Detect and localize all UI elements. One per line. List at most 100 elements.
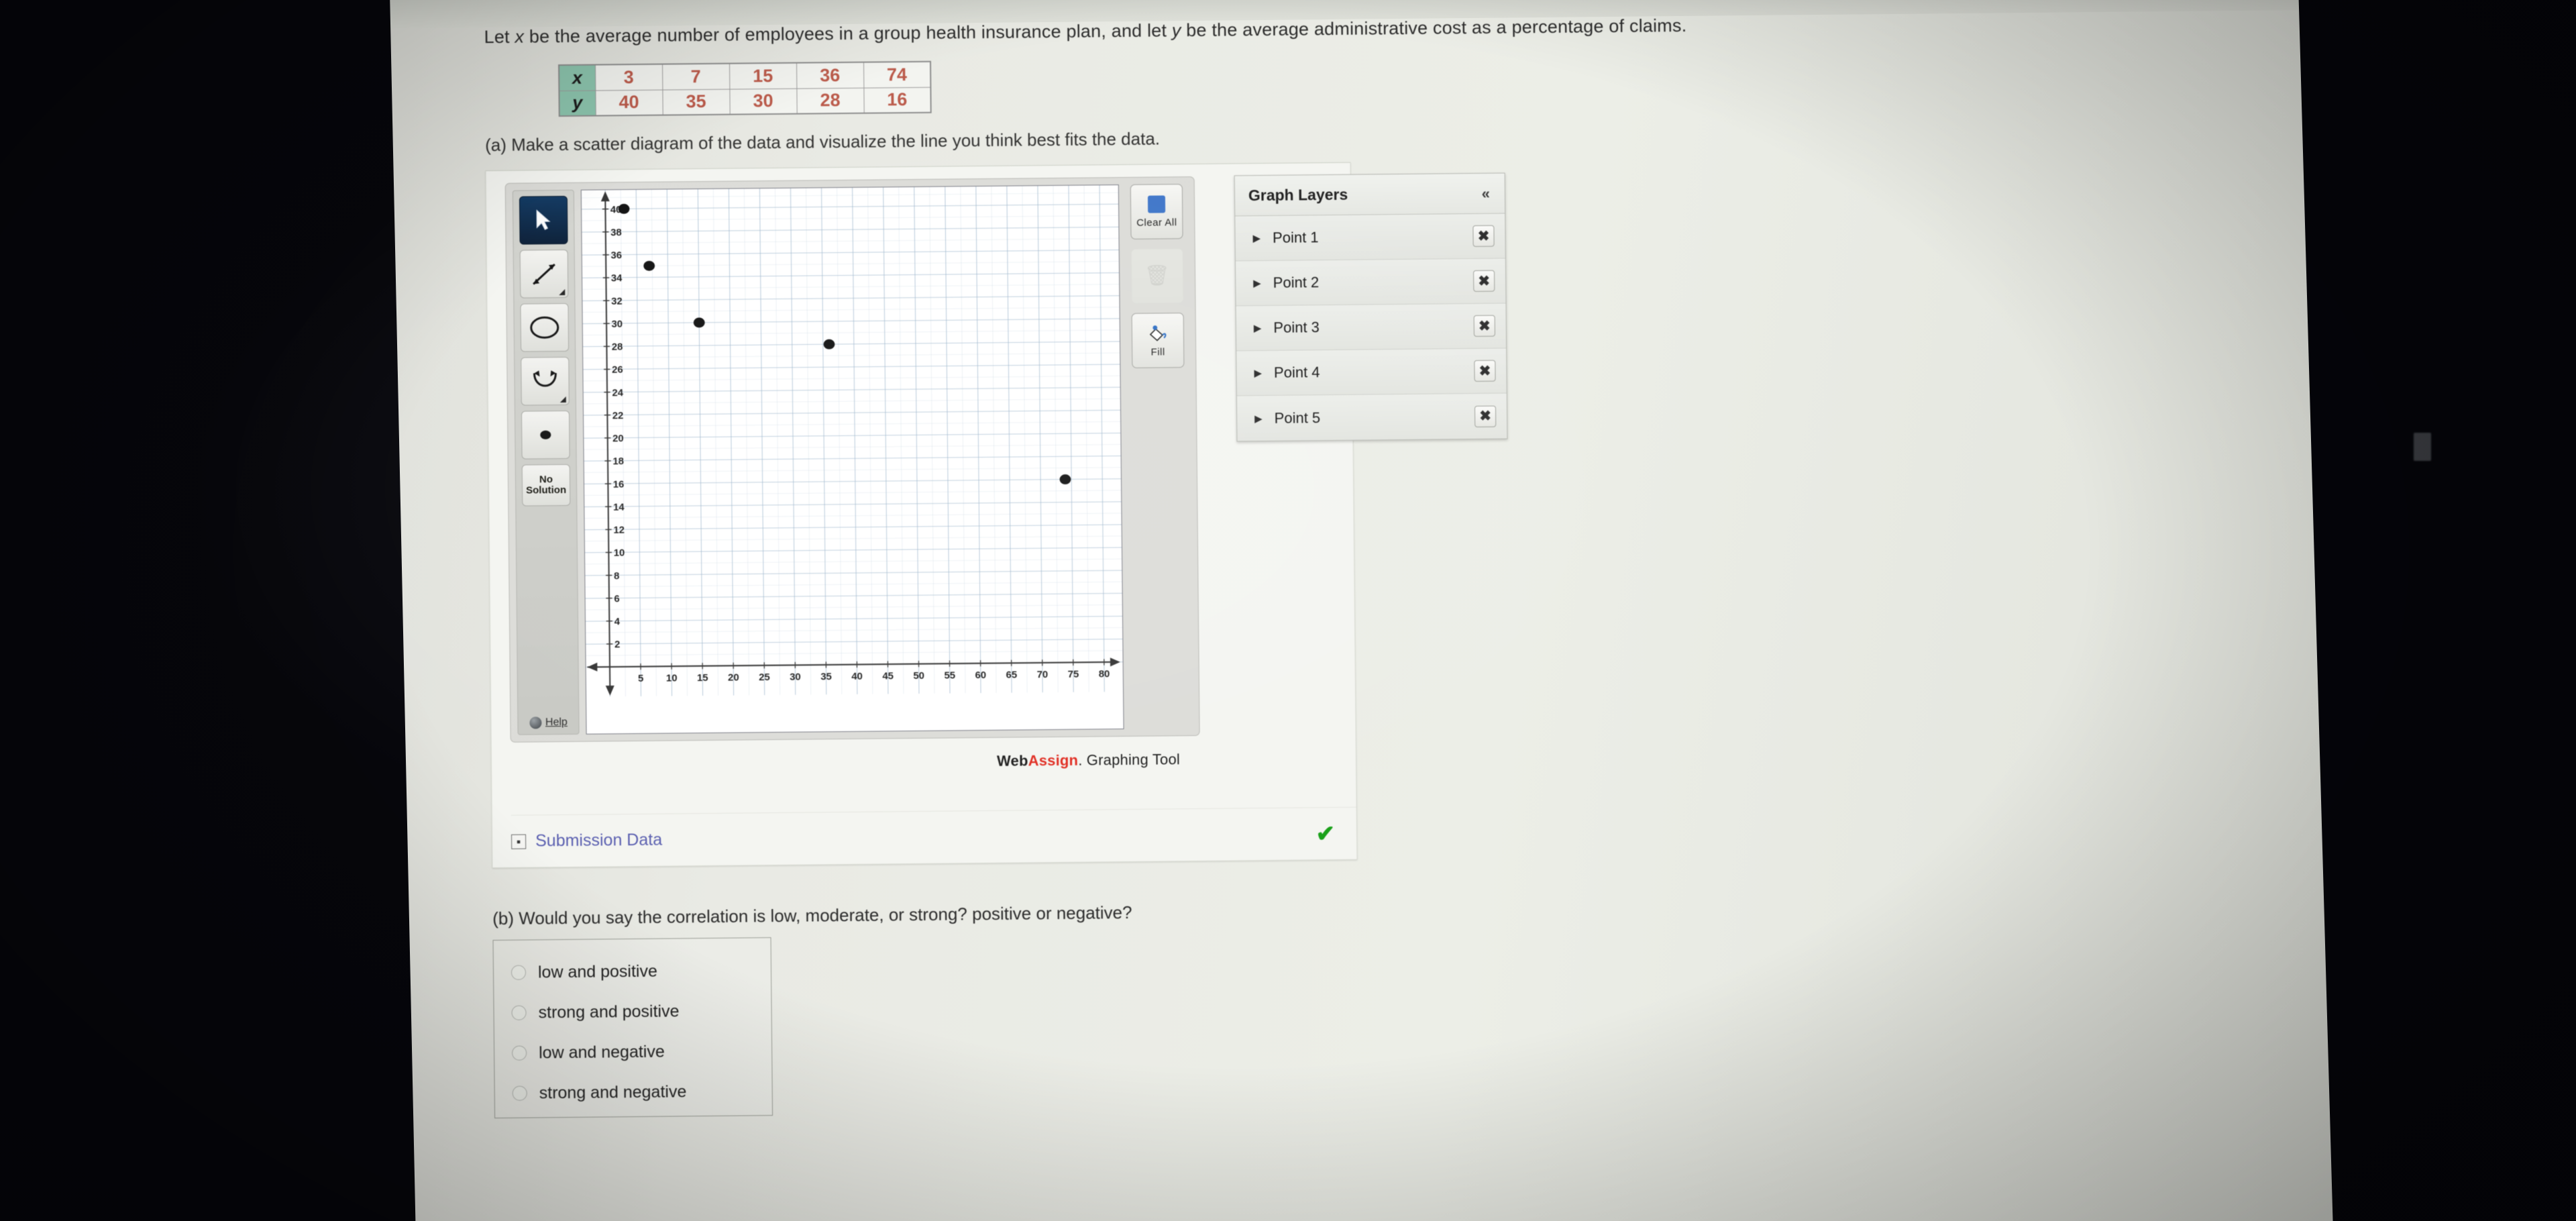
part-b-label: (b) Would you say the correlation is low…: [492, 902, 1132, 929]
help-link[interactable]: Help: [529, 704, 568, 729]
svg-text:45: 45: [882, 671, 894, 682]
brand-assign: Assign: [1028, 751, 1079, 769]
svg-text:8: 8: [614, 571, 619, 582]
remove-layer-icon[interactable]: ✖: [1474, 360, 1496, 382]
layer-item-point-4[interactable]: ▶ Point 4 ✖: [1236, 348, 1507, 396]
layer-label: Point 1: [1272, 229, 1319, 246]
expand-chevron-icon[interactable]: ▶: [1254, 322, 1262, 334]
expand-chevron-icon[interactable]: ▶: [1254, 367, 1262, 379]
page-scrollbar-thumb[interactable]: [2414, 433, 2431, 461]
brand-suffix: . Graphing Tool: [1078, 751, 1181, 769]
clear-all-button[interactable]: Clear All: [1130, 184, 1183, 240]
svg-text:38: 38: [610, 227, 622, 238]
parabola-icon: [533, 370, 557, 387]
svg-text:14: 14: [613, 502, 625, 513]
radio-option-strong-and-negative[interactable]: strong and negative: [494, 1071, 772, 1114]
svg-text:80: 80: [1099, 669, 1110, 680]
cell-x-5: 74: [863, 61, 931, 88]
svg-text:70: 70: [1037, 670, 1049, 680]
svg-text:34: 34: [611, 273, 623, 284]
svg-text:2: 2: [614, 639, 620, 650]
page-body: Let x be the average number of employees…: [370, 0, 2434, 1221]
table-row: y 40 35 30 28 16: [559, 87, 931, 117]
svg-text:10: 10: [614, 548, 625, 559]
graphing-tool-inner: No Solution Help 2 4 6 8 10 12 14 16 18 20 22 24 26 2…: [504, 172, 1508, 743]
line-tool-button[interactable]: [519, 249, 569, 299]
svg-text:12: 12: [613, 525, 625, 536]
svg-text:22: 22: [612, 411, 624, 421]
scatter-plot-canvas[interactable]: 2 4 6 8 10 12 14 16 18 20 22 24 26 28 30 32 34 36 38 40 5 10 1…: [580, 184, 1124, 735]
delete-button[interactable]: 🗑: [1130, 248, 1184, 304]
radio-option-low-and-negative[interactable]: low and negative: [494, 1030, 772, 1073]
brand-web: Web: [996, 752, 1028, 769]
cell-y-5: 16: [863, 87, 931, 113]
svg-text:16: 16: [613, 479, 625, 490]
fill-button[interactable]: Fill: [1131, 313, 1185, 368]
prompt-text-2: be the average number of employees in a …: [524, 20, 1172, 47]
prompt-text-3: be the average administrative cost as a …: [1181, 15, 1687, 41]
plot-svg: 2468101214161820222426283032343638405 10 1…: [581, 185, 1123, 697]
radio-button[interactable]: [512, 1085, 527, 1101]
graph-toolbar: No Solution Help: [512, 189, 580, 735]
blue-square-icon: [1147, 195, 1166, 213]
fill-label: Fill: [1150, 346, 1165, 358]
option-label: strong and positive: [538, 1001, 680, 1022]
layer-item-point-5[interactable]: ▶ Point 5 ✖: [1236, 393, 1507, 441]
svg-text:50: 50: [913, 671, 924, 682]
svg-text:32: 32: [611, 296, 623, 307]
svg-text:10: 10: [666, 673, 678, 684]
table-row: x 3 7 15 36 74: [559, 61, 931, 91]
radio-button[interactable]: [512, 1045, 527, 1061]
circle-tool-button[interactable]: [520, 303, 570, 352]
layer-label: Point 5: [1274, 409, 1321, 427]
clear-all-label: Clear All: [1136, 216, 1177, 229]
tool-options-corner-icon[interactable]: [559, 288, 566, 296]
expand-chevron-icon[interactable]: ▶: [1254, 412, 1263, 424]
remove-layer-icon[interactable]: ✖: [1472, 225, 1495, 247]
question-prompt: Let x be the average number of employees…: [484, 9, 2308, 48]
svg-text:15: 15: [697, 673, 708, 684]
expand-chevron-icon[interactable]: ▶: [1253, 277, 1261, 289]
point-tool-button[interactable]: [521, 410, 570, 460]
radio-option-strong-and-positive[interactable]: strong and positive: [494, 990, 771, 1033]
right-bezel: [2298, 0, 2576, 1221]
row-label-y: y: [559, 90, 596, 117]
remove-layer-icon[interactable]: ✖: [1473, 270, 1495, 292]
collapse-panel-icon[interactable]: «: [1482, 184, 1490, 202]
submission-data-label[interactable]: Submission Data: [535, 831, 662, 851]
svg-text:30: 30: [611, 319, 623, 330]
webassign-brand: WebAssign. Graphing Tool: [997, 751, 1180, 770]
submission-data-row[interactable]: ▪ Submission Data ✔: [511, 806, 1357, 867]
cell-y-3: 30: [729, 88, 797, 115]
svg-text:65: 65: [1006, 670, 1018, 681]
remove-layer-icon[interactable]: ✖: [1473, 315, 1495, 337]
remove-layer-icon[interactable]: ✖: [1474, 405, 1497, 427]
svg-text:55: 55: [944, 670, 955, 681]
svg-text:25: 25: [759, 672, 770, 683]
select-tool-button[interactable]: [519, 195, 568, 245]
parabola-tool-button[interactable]: [521, 356, 570, 406]
layer-item-point-2[interactable]: ▶ Point 2 ✖: [1235, 258, 1506, 307]
svg-text:6: 6: [614, 594, 619, 604]
radio-option-low-and-positive[interactable]: low and positive: [494, 950, 771, 993]
layer-item-point-3[interactable]: ▶ Point 3 ✖: [1236, 303, 1507, 352]
radio-button[interactable]: [511, 1005, 527, 1020]
radio-button[interactable]: [511, 965, 527, 980]
svg-text:35: 35: [820, 672, 832, 682]
cell-x-4: 36: [796, 62, 864, 89]
option-label: low and negative: [539, 1042, 665, 1062]
svg-text:28: 28: [612, 342, 623, 353]
cell-y-2: 35: [662, 89, 730, 115]
graph-action-column: Clear All 🗑 Fill: [1126, 184, 1193, 729]
expand-submission-icon[interactable]: ▪: [511, 834, 527, 849]
cell-x-2: 7: [662, 63, 730, 90]
point-icon: [540, 430, 551, 439]
expand-chevron-icon[interactable]: ▶: [1252, 232, 1260, 244]
prompt-var-y: y: [1171, 20, 1181, 41]
pointer-icon: [536, 209, 551, 230]
svg-text:30: 30: [790, 672, 801, 683]
no-solution-button[interactable]: No Solution: [521, 464, 571, 507]
layer-item-point-1[interactable]: ▶ Point 1 ✖: [1235, 213, 1505, 262]
svg-text:60: 60: [975, 670, 986, 681]
tool-options-corner-icon[interactable]: [559, 396, 566, 403]
